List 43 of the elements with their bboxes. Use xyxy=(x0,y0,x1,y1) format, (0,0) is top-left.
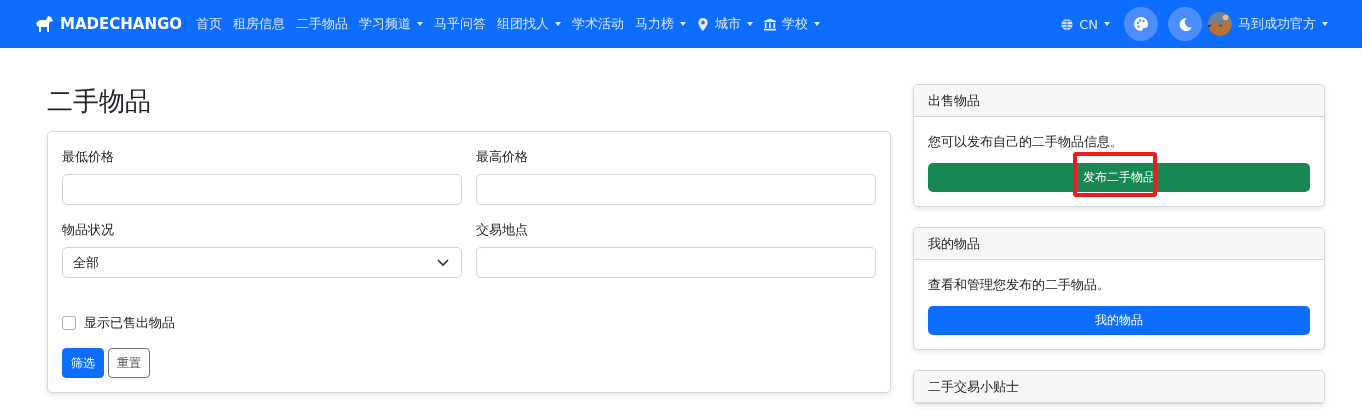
user-menu[interactable]: 马到成功官方 xyxy=(1238,15,1328,33)
nav-link[interactable]: 马力榜 xyxy=(635,15,687,33)
action-button[interactable]: 我的物品 xyxy=(928,306,1310,335)
nav-link[interactable]: 组团找人 xyxy=(497,15,562,33)
nav-link[interactable]: 马乎问答 xyxy=(434,15,487,33)
caret-icon xyxy=(1322,22,1328,26)
input-field[interactable] xyxy=(476,174,876,206)
nav-link[interactable]: 学习频道 xyxy=(359,15,424,33)
horse-icon xyxy=(34,15,54,33)
field-label: 最高价格 xyxy=(476,148,529,167)
palette-icon xyxy=(1134,17,1148,31)
globe-icon xyxy=(1061,17,1074,31)
checkbox[interactable] xyxy=(62,316,76,331)
card-text: 查看和管理您发布的二手物品。 xyxy=(928,276,1111,294)
map-pin-icon xyxy=(697,17,710,31)
nav-link[interactable]: 二手物品 xyxy=(296,15,349,33)
nav-link[interactable]: 学术活动 xyxy=(572,15,625,33)
theme-button[interactable] xyxy=(1124,7,1158,41)
language-menu[interactable]: CN xyxy=(1061,16,1110,32)
building-icon xyxy=(764,17,777,31)
field-label: 物品状况 xyxy=(62,221,115,240)
input-field[interactable] xyxy=(62,174,462,206)
field-label: 最低价格 xyxy=(62,148,115,167)
filter-button[interactable]: 筛选 xyxy=(62,348,104,379)
card-title: 我的物品 xyxy=(928,234,980,253)
nav-link[interactable]: 城市 xyxy=(697,15,754,33)
field-label: 交易地点 xyxy=(476,221,529,240)
caret-icon xyxy=(1104,22,1110,26)
chevron-down-icon xyxy=(437,258,449,267)
checkbox-label: 显示已售出物品 xyxy=(84,314,175,333)
nav-link[interactable]: 租房信息 xyxy=(233,15,286,33)
moon-icon xyxy=(1178,17,1192,31)
nav-link[interactable]: 首页 xyxy=(196,15,223,33)
card-title: 二手交易小贴士 xyxy=(928,377,1019,396)
dark-mode-button[interactable] xyxy=(1168,7,1202,41)
card-text: 您可以发布自己的二手物品信息。 xyxy=(928,133,1124,151)
select-field[interactable]: 全部 xyxy=(62,247,462,279)
filter-button[interactable]: 重置 xyxy=(108,348,150,379)
input-field[interactable] xyxy=(476,247,876,279)
card-title: 出售物品 xyxy=(928,91,980,110)
nav-link[interactable]: 学校 xyxy=(764,15,821,33)
brand-link[interactable]: MADECHANGO xyxy=(34,15,183,33)
page-title: 二手物品 xyxy=(47,86,152,118)
